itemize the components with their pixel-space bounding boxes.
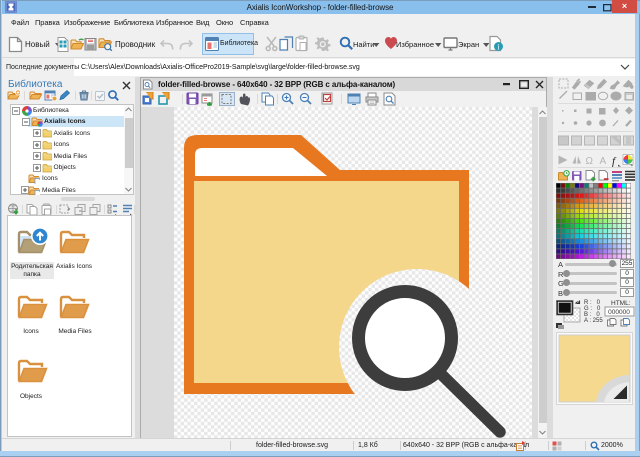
svg-text:f: f [612,156,617,168]
svg-text:A : 255: A : 255 [584,318,603,324]
svg-text:000000: 000000 [608,309,630,316]
svg-text:Ω: Ω [586,156,594,167]
svg-text:HTML:: HTML: [611,300,631,307]
svg-text:A: A [600,156,607,167]
